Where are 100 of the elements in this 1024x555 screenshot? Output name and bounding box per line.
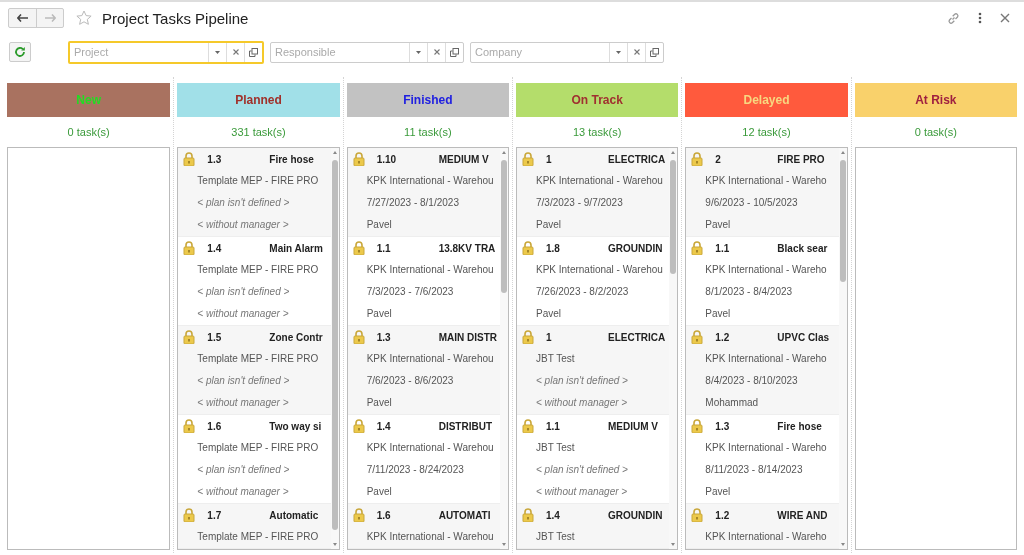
scrollbar[interactable] (669, 148, 678, 549)
lock-icon (691, 508, 704, 522)
open-window-icon[interactable] (450, 47, 459, 57)
task-number: 1.3 (376, 331, 392, 343)
task-detail: KPK International - Wareho (704, 530, 827, 544)
task-name: FIRE PRO (777, 153, 825, 165)
column-title: Planned (235, 93, 282, 107)
column-title: At Risk (915, 93, 957, 107)
task-number: 1.1 (715, 242, 731, 254)
clear-icon[interactable] (433, 49, 440, 55)
placeholder-text: < plan isn't defined > (196, 285, 290, 299)
refresh-icon (14, 46, 26, 58)
dropdown-icon[interactable] (616, 50, 621, 54)
clear-icon[interactable] (232, 49, 239, 55)
star-icon[interactable] (76, 10, 92, 26)
task-detail: 8/1/2023 - 8/4/2023 (704, 285, 793, 299)
task-detail: Pavel (365, 485, 392, 499)
task-name: MEDIUM V (608, 420, 658, 432)
dropdown-icon[interactable] (416, 50, 421, 54)
task-name: ELECTRICA (608, 331, 666, 343)
task-card[interactable]: 1.2 UPVC Clas KPK International - Wareho 8/4/2023 - 8/10/2023 Mohammad (686, 326, 839, 415)
task-name: Main Alarm (269, 242, 323, 254)
lock-icon (691, 152, 704, 166)
task-detail: 7/6/2023 - 8/6/2023 (365, 374, 454, 388)
task-detail: 7/26/2023 - 8/2/2023 (535, 285, 629, 299)
placeholder-text: < without manager > (196, 396, 289, 410)
lock-icon (352, 152, 365, 166)
task-number: 2 (715, 153, 722, 165)
task-detail: Pavel (365, 307, 392, 321)
task-name: MEDIUM V (438, 153, 489, 165)
filter-field[interactable]: Company (471, 46, 609, 58)
filter-combo[interactable]: Company (470, 41, 664, 63)
dropdown-icon[interactable] (215, 50, 220, 54)
task-number: 1.5 (207, 331, 223, 343)
task-detail: Template MEP - FIRE PRO (196, 174, 319, 188)
task-card[interactable]: 2 FIRE PRO KPK International - Wareho 9/6/2023 - 10/5/2023 Pavel (686, 148, 839, 237)
lock-icon (522, 419, 534, 433)
scrollbar[interactable] (838, 148, 847, 549)
open-window-icon[interactable] (650, 47, 659, 57)
task-count: 0 task(s) (913, 126, 958, 140)
task-detail: Pavel (365, 396, 392, 410)
placeholder-text: < plan isn't defined > (535, 374, 628, 388)
link-icon[interactable] (947, 11, 960, 25)
clear-icon[interactable] (633, 49, 640, 55)
task-detail: KPK International - Warehou (365, 263, 494, 277)
task-detail: KPK International - Wareho (704, 174, 827, 188)
filter-combo[interactable]: Project (68, 40, 264, 64)
task-detail: Template MEP - FIRE PRO (196, 530, 319, 544)
filter-field[interactable]: Responsible (271, 46, 409, 58)
column-title: Delayed (743, 93, 790, 107)
close-icon[interactable] (1000, 13, 1010, 23)
window-title: Project Tasks Pipeline (102, 9, 249, 27)
task-card[interactable]: 1 ELECTRICA JBT Test < plan isn't defined > < without manager > (517, 326, 670, 415)
task-detail: Template MEP - FIRE PRO (196, 441, 319, 455)
filter-combo[interactable]: Responsible (270, 41, 464, 63)
placeholder-text: < without manager > (196, 485, 289, 499)
placeholder-text: < plan isn't defined > (535, 463, 628, 477)
more-icon[interactable] (978, 12, 982, 24)
lock-icon (691, 241, 704, 255)
scrollbar[interactable] (500, 148, 508, 549)
task-name: MAIN DISTR (438, 331, 497, 343)
lock-icon (183, 241, 196, 255)
task-card[interactable]: 1.7 Automatic Template MEP - FIRE PRO (178, 504, 331, 549)
filter-field[interactable]: Project (70, 46, 208, 58)
task-detail: KPK International - Warehou (365, 352, 494, 366)
task-card[interactable]: 1.4 GROUNDIN JBT Test (517, 504, 670, 549)
refresh-button[interactable] (9, 42, 31, 62)
task-number: 1.2 (715, 331, 731, 343)
open-window-icon[interactable] (249, 47, 258, 57)
task-number: 1.4 (376, 420, 392, 432)
arrow-left-icon (17, 14, 28, 22)
column-title: On Track (571, 93, 623, 107)
placeholder-text: < without manager > (535, 396, 628, 410)
task-detail: 8/4/2023 - 8/10/2023 (704, 374, 798, 388)
task-detail: KPK International - Warehou (365, 441, 494, 455)
task-detail: 7/11/2023 - 8/24/2023 (365, 463, 464, 477)
task-card[interactable]: 1.10 MEDIUM V KPK International - Warehou 7/27/2023 - 8/1/2023 Pavel (347, 148, 500, 237)
lock-icon (183, 330, 196, 344)
task-number: 1.6 (207, 420, 223, 432)
task-card[interactable]: 1.6 AUTOMATI KPK International - Warehou (347, 504, 500, 549)
task-detail: JBT Test (535, 441, 575, 455)
lock-icon (352, 419, 365, 433)
task-card[interactable]: 1.3 Fire hose Template MEP - FIRE PRO < plan isn't defined > < without manager > (178, 148, 331, 237)
task-card[interactable]: 1.2 WIRE AND KPK International - Wareho (686, 504, 839, 549)
column-title: New (76, 93, 101, 107)
task-card[interactable]: 1.3 MAIN DISTR KPK International - Warehou 7/6/2023 - 8/6/2023 Pavel (347, 326, 500, 415)
task-number: 1.3 (715, 420, 731, 432)
task-count: 11 task(s) (403, 126, 453, 140)
placeholder-text: < without manager > (535, 485, 628, 499)
scrollbar[interactable] (330, 148, 339, 549)
task-detail: JBT Test (535, 530, 575, 544)
task-detail: 7/3/2023 - 7/6/2023 (365, 285, 454, 299)
task-card[interactable]: 1 ELECTRICA KPK International - Warehou 7/3/2023 - 9/7/2023 Pavel (517, 148, 670, 237)
task-number: 1.1 (546, 420, 561, 432)
task-card[interactable]: 1.5 Zone Contr Template MEP - FIRE PRO < plan isn't defined > < without manager > (178, 326, 331, 415)
task-name: GROUNDIN (608, 509, 663, 521)
task-number: 1.7 (207, 509, 223, 521)
task-number: 1 (546, 331, 553, 343)
lock-icon (522, 152, 534, 166)
task-count: 0 task(s) (66, 126, 111, 140)
